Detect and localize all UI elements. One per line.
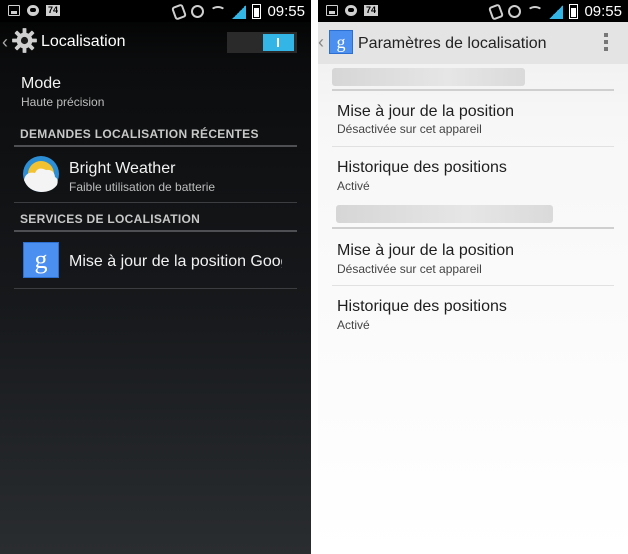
alarm-icon xyxy=(191,5,205,18)
item-subtitle: Activé xyxy=(337,179,370,193)
mode-value: Haute précision xyxy=(21,95,105,109)
divider xyxy=(332,89,614,91)
item-subtitle: Désactivée sur cet appareil xyxy=(337,122,482,136)
toggle-on-indicator xyxy=(263,34,294,51)
chat-notification-icon xyxy=(27,5,39,16)
back-chevron-icon[interactable]: ‹ xyxy=(318,32,324,53)
number-badge: 74 xyxy=(46,5,60,16)
cell-signal-icon xyxy=(232,4,247,19)
battery-icon xyxy=(252,4,262,19)
divider xyxy=(332,285,614,286)
back-chevron-icon[interactable]: ‹ xyxy=(2,32,8,53)
account-name-redacted xyxy=(336,205,553,223)
vibrate-icon xyxy=(171,2,188,21)
status-bar: 74 09:55 xyxy=(0,0,311,22)
status-time: 09:55 xyxy=(584,3,622,20)
google-location-settings-screen: 74 09:55 ‹ g Paramètres de localisation … xyxy=(318,0,628,554)
action-bar: ‹ Localisation xyxy=(0,22,311,64)
cell-signal-icon xyxy=(549,4,564,19)
account-name-redacted xyxy=(332,68,525,86)
gear-icon[interactable] xyxy=(11,27,38,54)
item-subtitle: Désactivée sur cet appareil xyxy=(337,262,482,276)
alarm-icon xyxy=(508,5,522,18)
overflow-menu-icon[interactable] xyxy=(604,33,608,51)
mode-title: Mode xyxy=(21,75,62,92)
weather-icon xyxy=(23,156,59,192)
location-settings-screen: 74 09:55 ‹ Localisation Mode Haute préci… xyxy=(0,0,311,554)
gallery-notification-icon xyxy=(8,5,20,16)
google-settings-icon: g xyxy=(23,242,59,278)
divider xyxy=(332,227,614,229)
location-toggle[interactable] xyxy=(227,32,297,53)
wifi-icon xyxy=(527,5,544,18)
google-settings-icon[interactable]: g xyxy=(329,30,353,54)
service-item-title: Mise à jour de la position Goog xyxy=(69,253,282,270)
location-services-header: SERVICES DE LOCALISATION xyxy=(20,212,201,226)
gallery-notification-icon xyxy=(326,5,338,16)
status-bar: 74 09:55 xyxy=(318,0,628,22)
divider xyxy=(14,288,297,289)
item-title: Historique des positions xyxy=(337,159,507,176)
screen-separator xyxy=(311,0,318,554)
recent-item-title: Bright Weather xyxy=(69,160,176,177)
page-title: Localisation xyxy=(41,33,126,50)
chat-notification-icon xyxy=(345,5,357,16)
divider xyxy=(14,145,297,147)
page-title: Paramètres de localisation xyxy=(358,35,547,52)
item-title: Mise à jour de la position xyxy=(337,242,514,259)
item-title: Mise à jour de la position xyxy=(337,103,514,120)
divider xyxy=(14,202,297,203)
item-subtitle: Activé xyxy=(337,318,370,332)
recent-item-subtitle: Faible utilisation de batterie xyxy=(69,180,216,194)
divider xyxy=(332,146,614,147)
item-title: Historique des positions xyxy=(337,298,507,315)
number-badge: 74 xyxy=(364,5,378,16)
status-time: 09:55 xyxy=(267,3,305,20)
wifi-icon xyxy=(210,5,227,18)
action-bar: ‹ g Paramètres de localisation xyxy=(318,22,628,64)
vibrate-icon xyxy=(488,2,505,21)
divider xyxy=(14,230,297,232)
recent-requests-header: DEMANDES LOCALISATION RÉCENTES xyxy=(20,127,259,141)
battery-icon xyxy=(569,4,579,19)
